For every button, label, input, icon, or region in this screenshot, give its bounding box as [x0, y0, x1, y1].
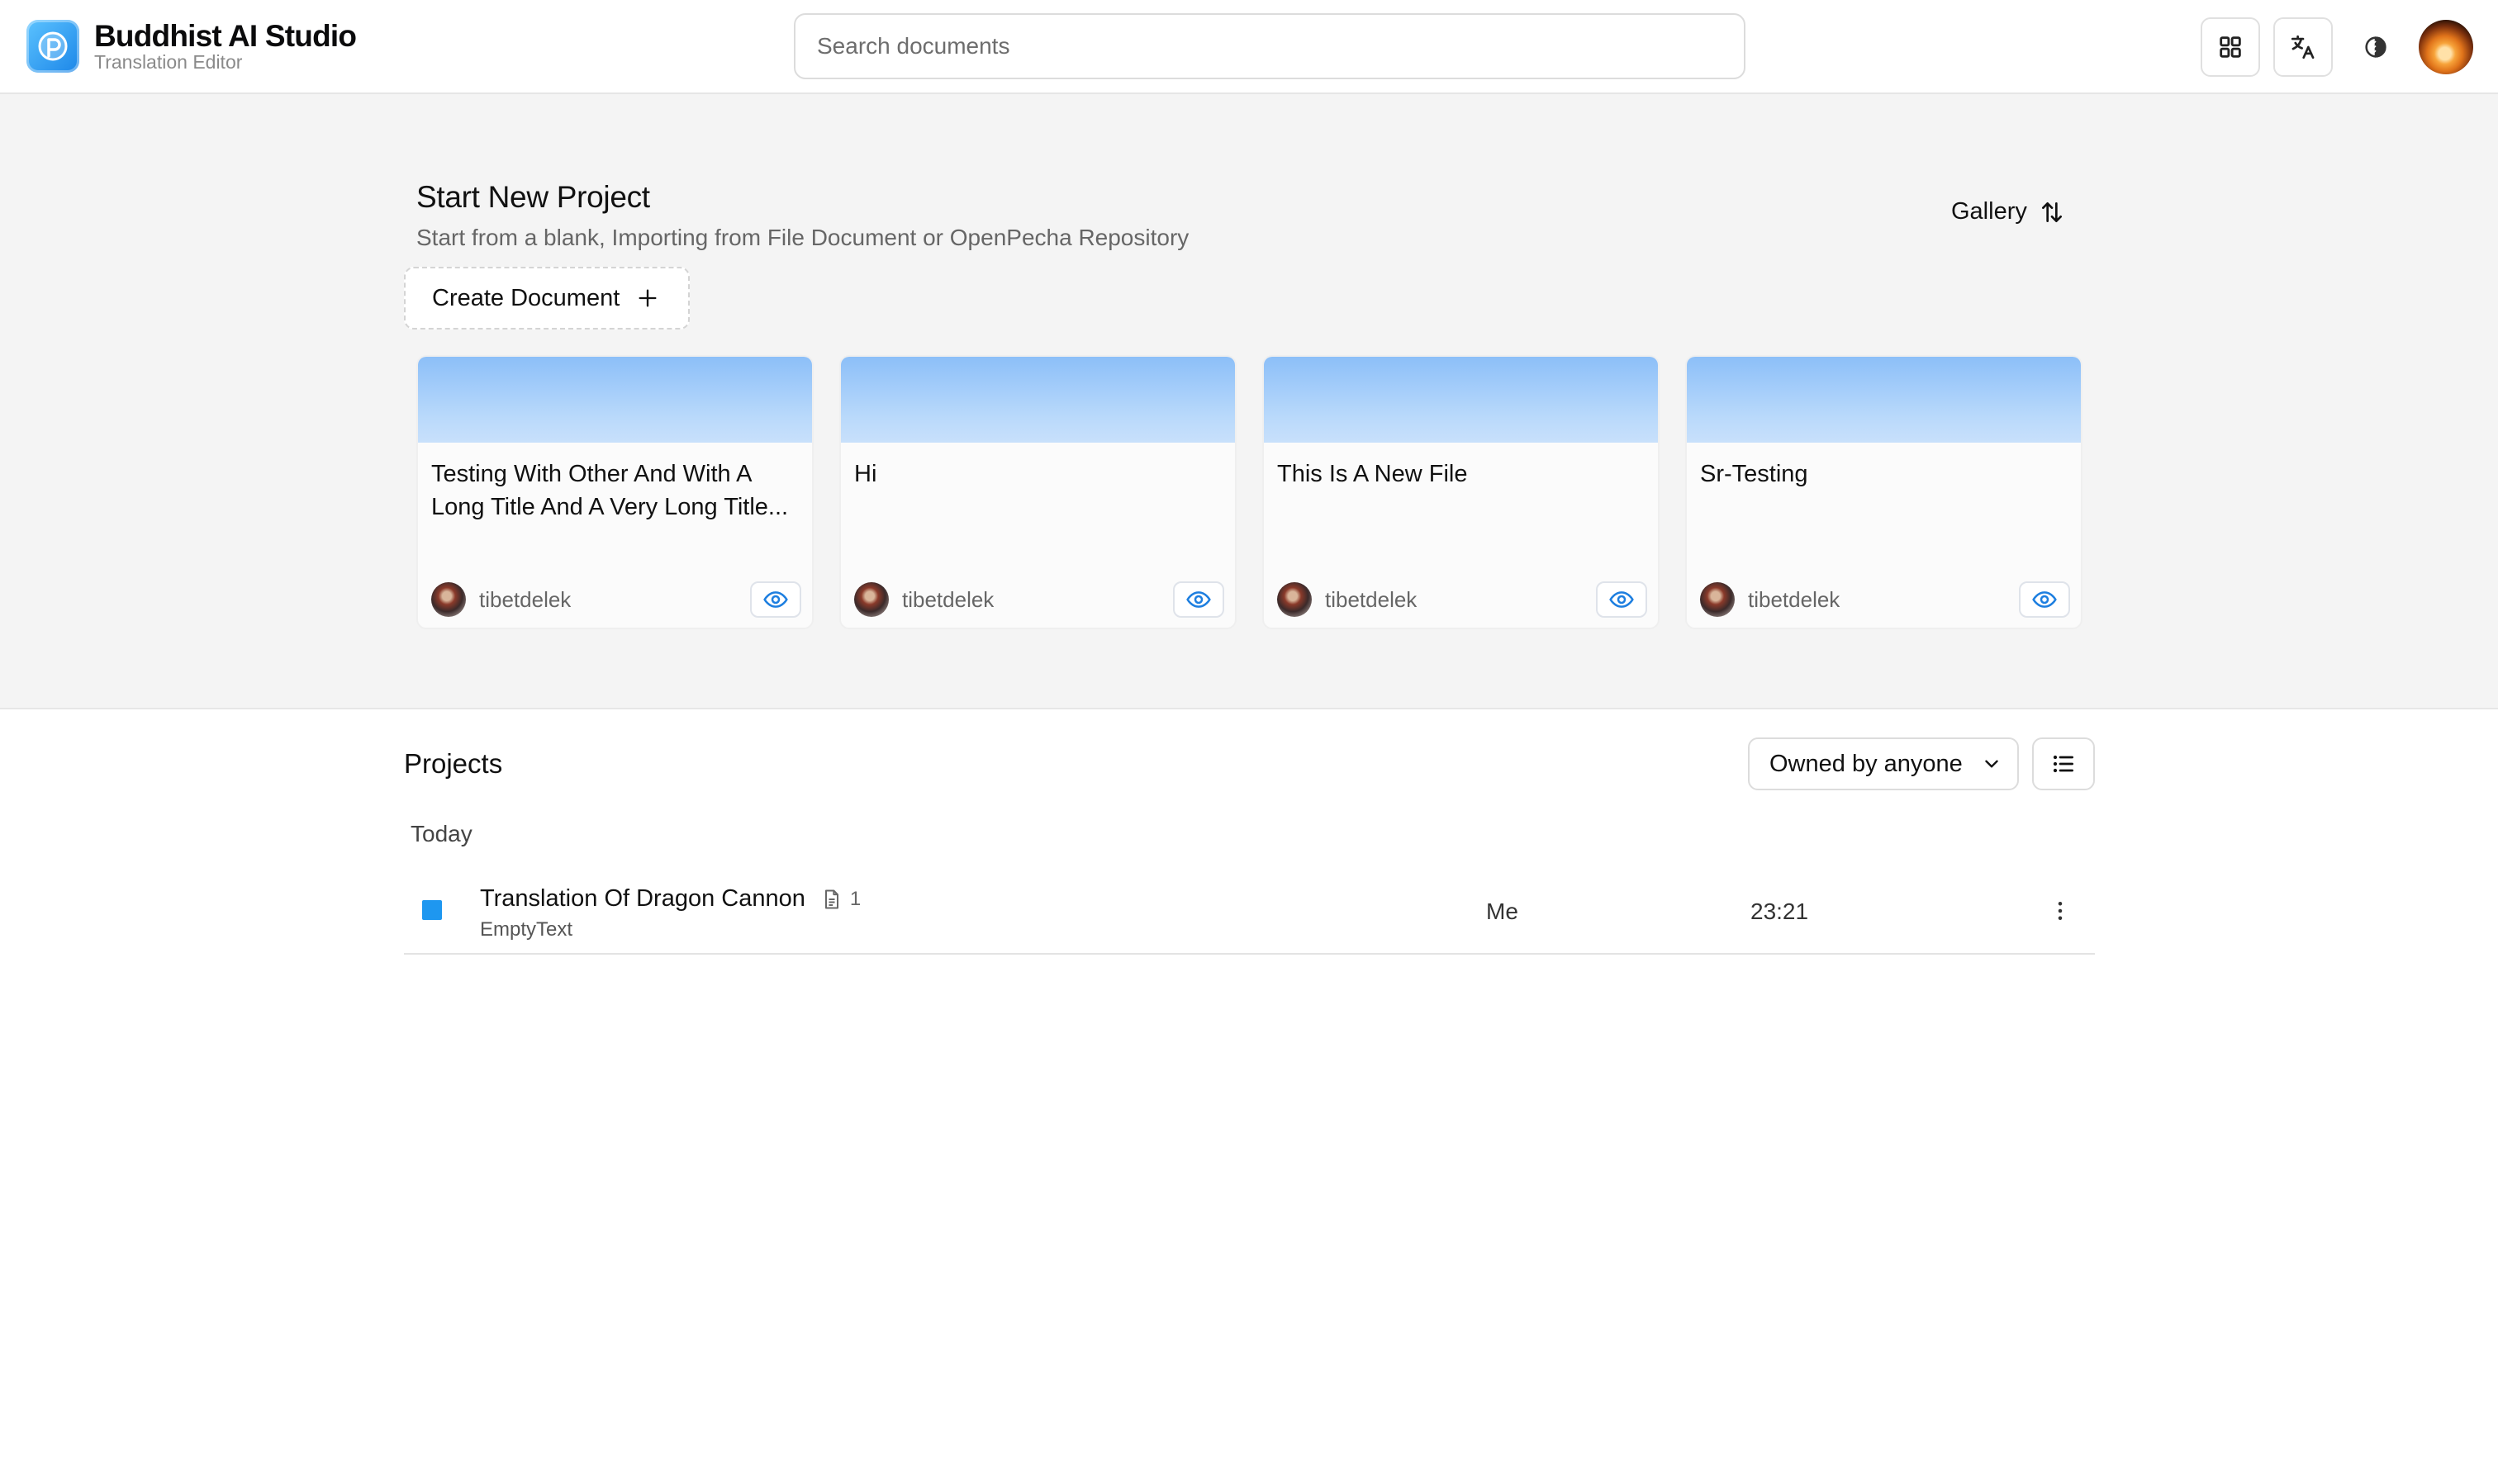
language-button[interactable] [2273, 17, 2333, 77]
translate-icon [2291, 35, 2315, 59]
project-color-icon [422, 900, 442, 920]
project-name[interactable]: Translation Of Dragon Cannon [480, 885, 805, 913]
eye-icon [763, 591, 788, 608]
card-cover [1264, 357, 1658, 443]
search-box[interactable] [794, 13, 1745, 79]
list-icon [2053, 755, 2073, 773]
card-author: tibetdelek [902, 586, 995, 612]
app-header: Buddhist AI Studio Translation Editor [0, 0, 2498, 94]
list-view-button[interactable] [2032, 737, 2095, 790]
group-label-today: Today [411, 821, 473, 846]
chevron-down-icon [1985, 760, 1998, 768]
eye-icon [1609, 591, 1634, 608]
preview-button[interactable] [1596, 581, 1647, 618]
preview-button[interactable] [750, 581, 801, 618]
new-project-title: Start New Project [416, 180, 650, 214]
card-cover [841, 357, 1235, 443]
preview-button[interactable] [2019, 581, 2070, 618]
project-owner: Me [1486, 898, 1518, 924]
card-footer: tibetdelek [1700, 581, 2070, 618]
card-title: Sr-Testing [1700, 461, 1808, 487]
author-avatar [431, 582, 466, 617]
project-row[interactable]: Translation Of Dragon Cannon 1 EmptyText… [404, 867, 2095, 955]
app-logo-icon [26, 20, 79, 73]
card-footer: tibetdelek [1277, 581, 1647, 618]
theme-toggle-icon [2365, 36, 2386, 58]
owner-filter-label: Owned by anyone [1769, 750, 1963, 777]
author-avatar [1277, 582, 1312, 617]
document-icon [824, 889, 838, 908]
apps-grid-button[interactable] [2201, 17, 2260, 77]
eye-icon [2032, 591, 2057, 608]
preview-button[interactable] [1173, 581, 1224, 618]
sort-arrows-icon [2041, 202, 2062, 222]
more-vertical-icon [2058, 902, 2063, 920]
gallery-sort-button[interactable]: Gallery [1951, 198, 2065, 225]
brand-text: Buddhist AI Studio Translation Editor [94, 19, 357, 73]
card-title: Testing With Other And With A Long Title… [431, 461, 789, 520]
search-input[interactable] [795, 15, 1744, 78]
owner-filter-dropdown[interactable]: Owned by anyone [1748, 737, 2019, 790]
project-type: EmptyText [480, 918, 573, 941]
project-name-line: Translation Of Dragon Cannon 1 [480, 885, 861, 913]
brand[interactable]: Buddhist AI Studio Translation Editor [26, 19, 357, 73]
gallery-label: Gallery [1951, 198, 2027, 225]
new-project-subtitle: Start from a blank, Importing from File … [416, 225, 1190, 250]
more-options-button[interactable] [2040, 890, 2081, 932]
card-title: Hi [854, 461, 877, 487]
grid-icon [2220, 36, 2241, 58]
theme-toggle-button[interactable] [2346, 17, 2405, 77]
card-author: tibetdelek [1325, 586, 1418, 612]
card-footer: tibetdelek [854, 581, 1224, 618]
card-author: tibetdelek [479, 586, 572, 612]
document-card[interactable]: Hi tibetdelek [839, 355, 1237, 629]
app-subtitle: Translation Editor [94, 51, 243, 73]
author-avatar [1700, 582, 1735, 617]
create-document-button[interactable]: Create Document [404, 267, 690, 330]
eye-icon [1186, 591, 1211, 608]
projects-title: Projects [404, 748, 503, 779]
card-cover [418, 357, 812, 443]
plus-icon [639, 289, 657, 307]
project-time: 23:21 [1750, 898, 1809, 924]
document-card[interactable]: Testing With Other And With A Long Title… [416, 355, 814, 629]
document-card[interactable]: Sr-Testing tibetdelek [1685, 355, 2082, 629]
user-avatar[interactable] [2419, 20, 2473, 74]
card-cover [1687, 357, 2081, 443]
document-count: 1 [849, 887, 862, 910]
card-footer: tibetdelek [431, 581, 801, 618]
document-card[interactable]: This Is A New File tibetdelek [1262, 355, 1660, 629]
app-title: Buddhist AI Studio [94, 19, 357, 53]
new-project-section [0, 94, 2498, 709]
card-title: This Is A New File [1277, 461, 1468, 487]
create-document-label: Create Document [432, 284, 620, 311]
author-avatar [854, 582, 889, 617]
card-author: tibetdelek [1748, 586, 1840, 612]
